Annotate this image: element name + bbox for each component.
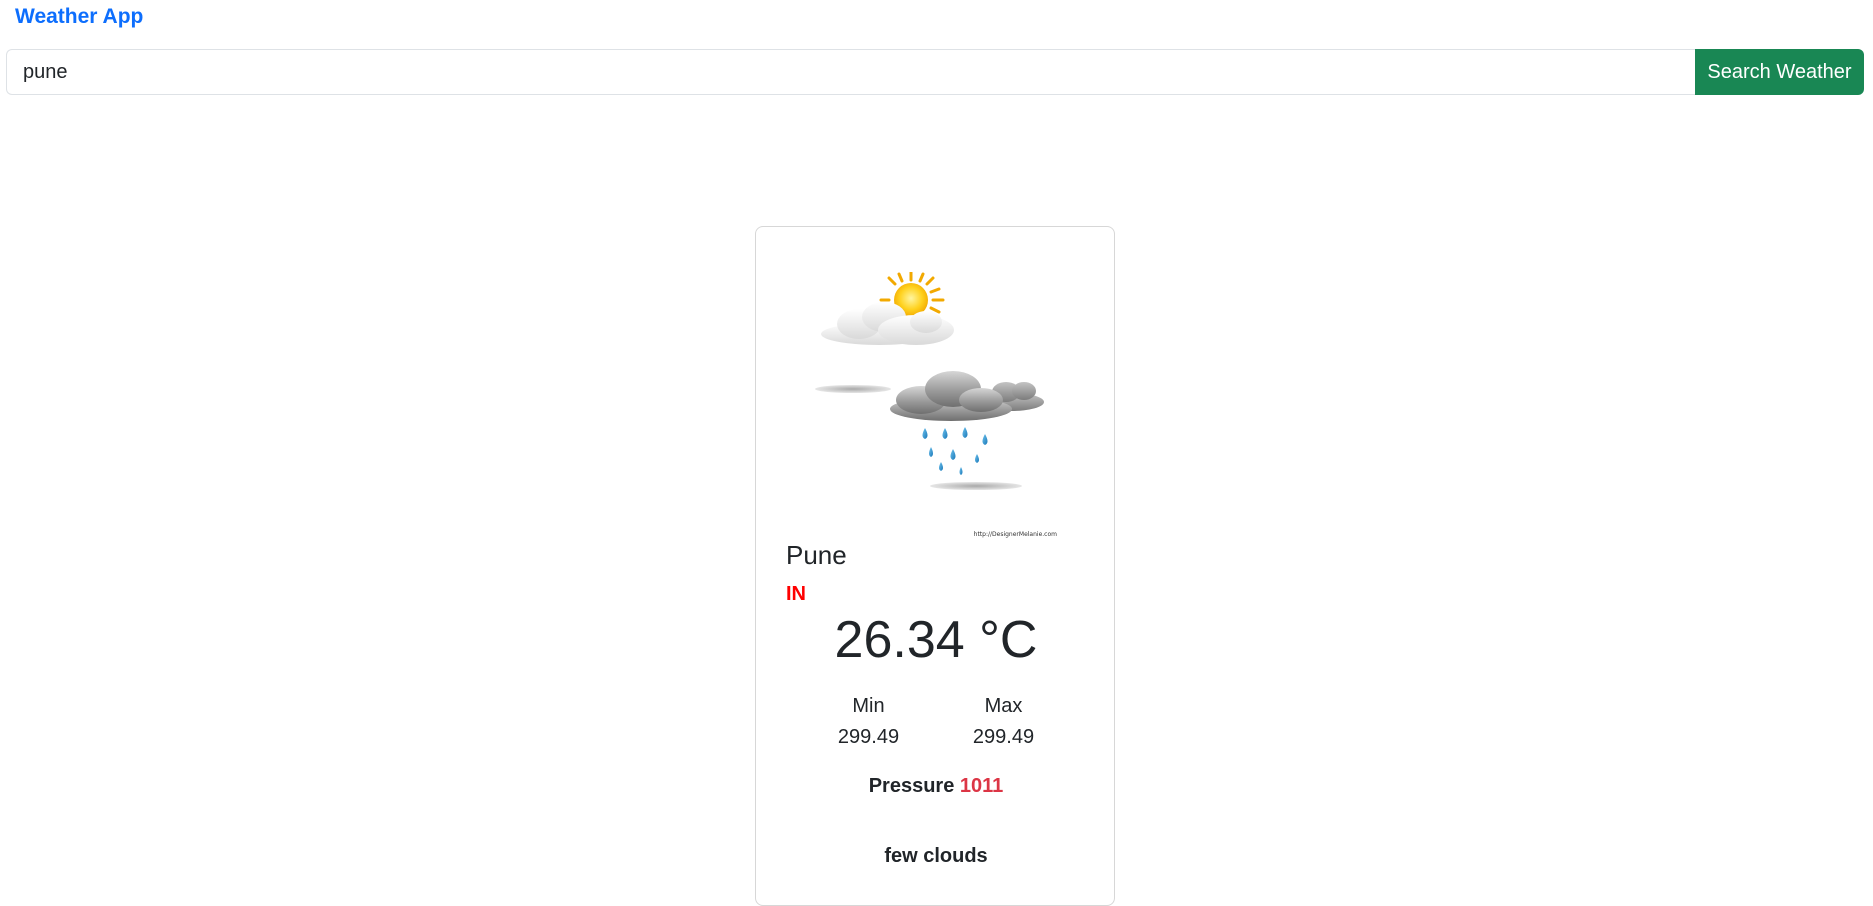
max-label: Max bbox=[984, 695, 1023, 717]
city-search-input[interactable] bbox=[6, 49, 1695, 95]
search-bar: Search Weather bbox=[6, 49, 1864, 95]
search-weather-button[interactable]: Search Weather bbox=[1695, 49, 1864, 95]
temperature: 26.34 °C bbox=[834, 611, 1038, 669]
rain-drops-icon bbox=[922, 427, 988, 475]
min-temp-block: Min 299.49 bbox=[824, 693, 914, 755]
pressure-value: 1011 bbox=[959, 775, 1004, 797]
app-brand-link[interactable]: Weather App bbox=[15, 5, 143, 29]
city-name: Pune bbox=[786, 540, 847, 570]
min-max-section: Min 299.49 Max 299.49 bbox=[756, 693, 1116, 755]
image-watermark: http://DesignerMelanie.com bbox=[974, 531, 1058, 538]
rain-cloud-icon bbox=[890, 371, 1012, 421]
navbar: Weather App bbox=[15, 2, 143, 32]
weather-card: http://DesignerMelanie.com Pune IN 26.34… bbox=[755, 226, 1115, 906]
weather-description: few clouds bbox=[884, 845, 988, 867]
max-value: 299.49 bbox=[972, 726, 1035, 748]
min-value: 299.49 bbox=[837, 726, 900, 748]
country-code: IN bbox=[786, 583, 806, 605]
max-temp-block: Max 299.49 bbox=[959, 693, 1049, 755]
weather-illustration: http://DesignerMelanie.com bbox=[815, 272, 1058, 538]
min-label: Min bbox=[852, 695, 885, 717]
pressure-label: Pressure bbox=[868, 775, 955, 797]
pressure-line: Pressure 1011 bbox=[756, 775, 1116, 798]
